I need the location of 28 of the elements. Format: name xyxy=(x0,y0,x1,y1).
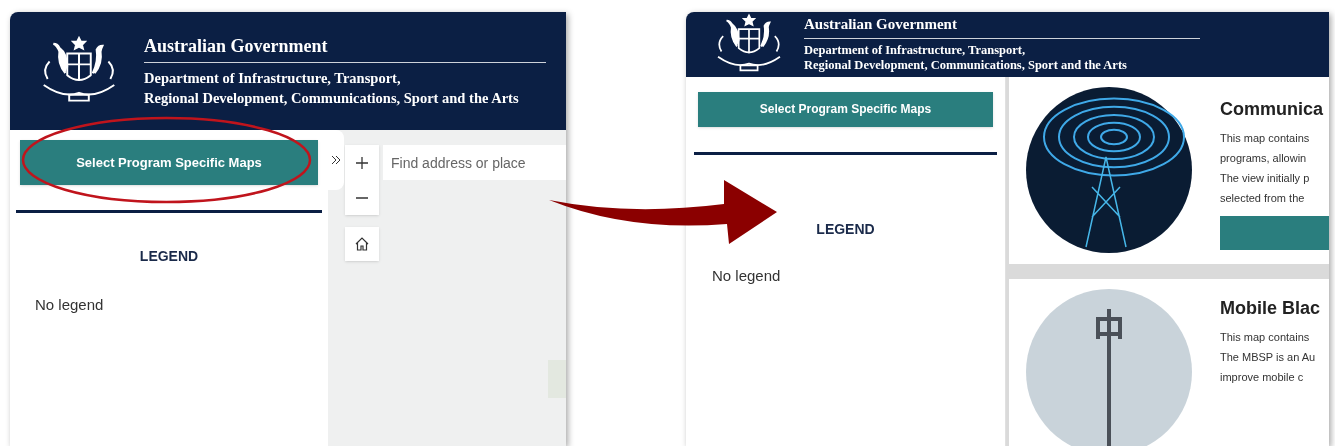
government-title: Australian Government xyxy=(144,35,546,63)
home-icon xyxy=(354,236,370,252)
legend-empty-text: No legend xyxy=(712,265,782,286)
legend-heading: LEGEND xyxy=(139,247,199,266)
home-button[interactable] xyxy=(345,227,379,261)
government-title: Australian Government xyxy=(804,14,1200,39)
search-field[interactable]: Find address or place xyxy=(383,145,566,180)
select-maps-button[interactable]: Select Program Specific Maps xyxy=(20,140,318,185)
card-description-line: This map contains xyxy=(1220,131,1311,147)
legend-empty-text: No legend xyxy=(35,295,105,315)
card-description-line: The view initially p xyxy=(1220,171,1311,187)
card-button[interactable] xyxy=(1220,216,1329,251)
card-description-line: selected from the xyxy=(1220,191,1306,207)
card-description-line: The MBSP is an Au xyxy=(1220,350,1317,365)
card-description-line: programs, allowin xyxy=(1220,151,1308,167)
card-title: Communica xyxy=(1220,97,1325,121)
select-maps-button[interactable]: Select Program Specific Maps xyxy=(698,91,993,127)
legend-heading: LEGEND xyxy=(816,219,875,239)
department-name: Regional Development, Communications, Sport and the Arts xyxy=(804,58,1128,74)
card-title: Mobile Blac xyxy=(1220,296,1322,319)
card-description-line: This map contains xyxy=(1220,330,1311,345)
minus-icon xyxy=(356,196,368,199)
department-name: Department of Infrastructure, Transport, xyxy=(804,42,1027,59)
department-name: Department of Infrastructure, Transport, xyxy=(144,68,402,87)
plus-icon xyxy=(356,156,368,169)
double-chevron-icon xyxy=(331,155,341,165)
card-description-line: improve mobile c xyxy=(1220,370,1305,385)
department-name: Regional Development, Communications, Sport and the Arts xyxy=(144,88,520,107)
